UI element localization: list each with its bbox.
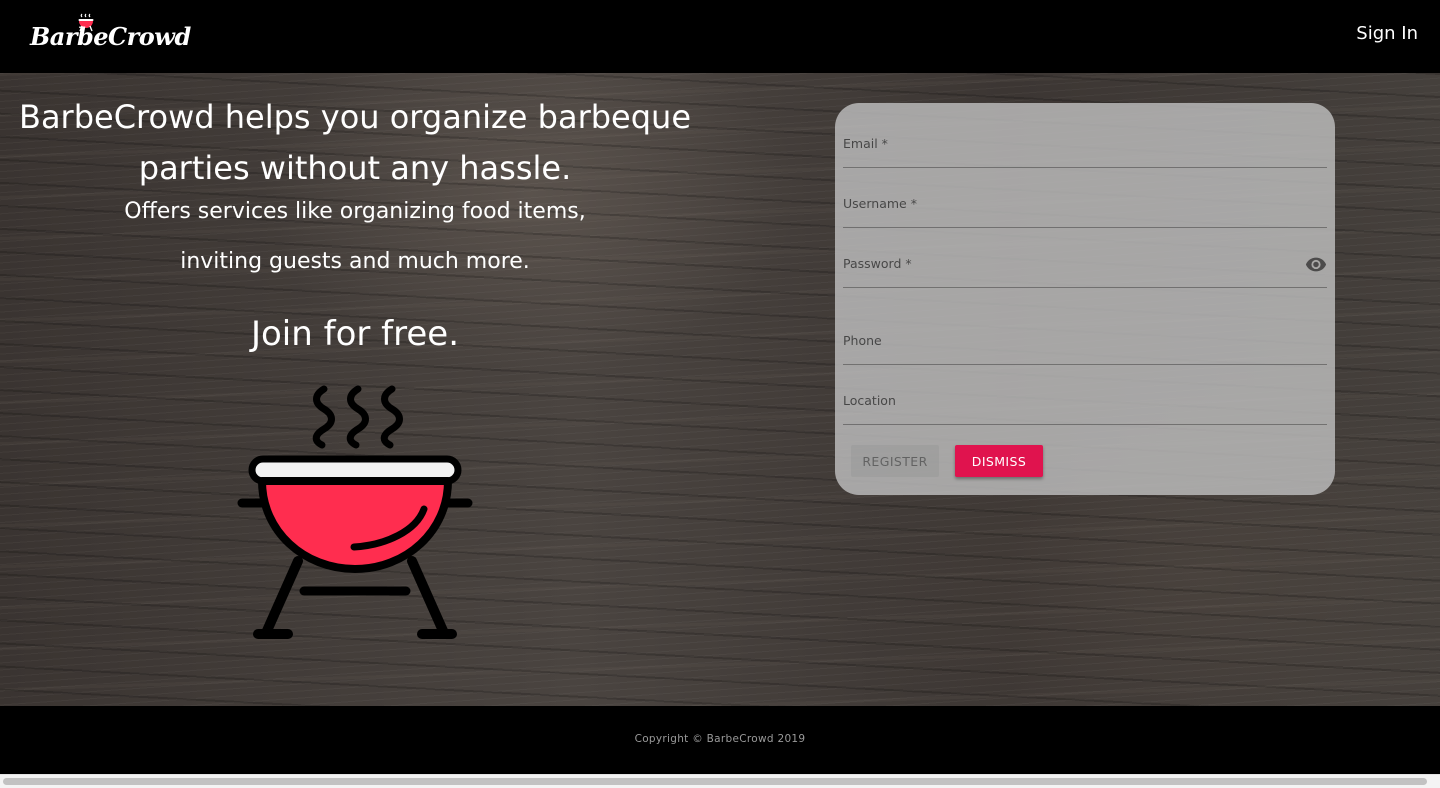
email-input[interactable] [843, 145, 1327, 167]
register-button[interactable]: REGISTER [851, 445, 939, 477]
brand-logo[interactable]: BarbeCrowd [28, 12, 191, 60]
sign-in-link[interactable]: Sign In [1356, 23, 1418, 44]
phone-field[interactable]: Phone [843, 324, 1327, 365]
location-field[interactable]: Location [843, 384, 1327, 425]
username-input[interactable] [843, 205, 1327, 227]
hero-subtext-line1: Offers services like organizing food ite… [124, 199, 586, 224]
hero-section: BarbeCrowd helps you organize barbeque p… [0, 73, 1440, 706]
grill-icon [237, 385, 473, 639]
dismiss-button[interactable]: DISMISS [955, 445, 1043, 477]
location-input[interactable] [843, 402, 1327, 424]
username-field[interactable]: Username * [843, 187, 1327, 228]
footer: Copyright © BarbeCrowd 2019 [0, 706, 1440, 774]
brand-name: BarbeCrowd [30, 22, 191, 51]
password-field[interactable]: Password * [843, 247, 1327, 288]
app-root: BarbeCrowd Sign In BarbeCrowd helps you … [0, 0, 1440, 788]
email-field[interactable]: Email * [843, 127, 1327, 168]
scrollbar-thumb[interactable] [3, 778, 1427, 785]
phone-input[interactable] [843, 342, 1327, 364]
hero-subtext-line2: inviting guests and much more. [180, 249, 530, 274]
horizontal-scrollbar[interactable] [0, 774, 1440, 788]
password-input[interactable] [843, 265, 1327, 287]
register-form-card: Email * Username * Password * Phone Loca… [835, 103, 1335, 495]
hero-headline: BarbeCrowd helps you organize barbeque p… [18, 98, 691, 187]
join-cta-text: Join for free. [250, 314, 460, 354]
top-nav: BarbeCrowd Sign In [0, 0, 1440, 73]
eye-icon[interactable] [1305, 253, 1327, 275]
copyright-text: Copyright © BarbeCrowd 2019 [634, 733, 806, 745]
